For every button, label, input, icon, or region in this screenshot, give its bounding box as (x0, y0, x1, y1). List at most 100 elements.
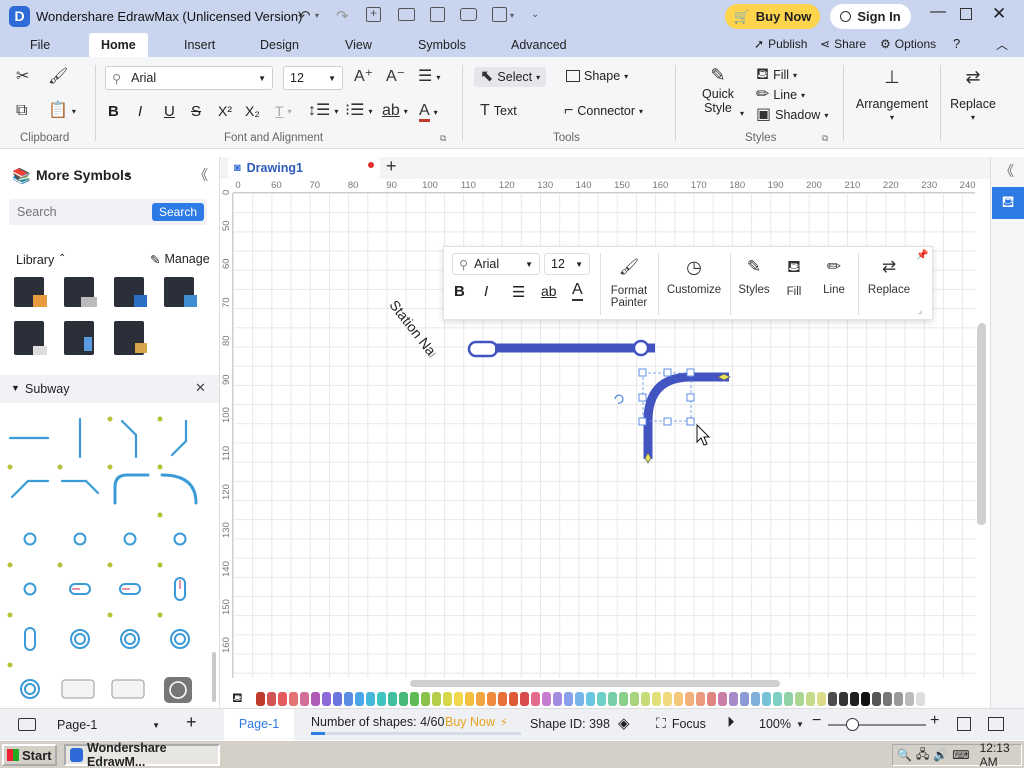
subscript-button[interactable]: X₂ (245, 103, 260, 119)
float-styles-button[interactable]: ✎ Styles (734, 257, 774, 296)
color-swatch[interactable] (553, 692, 562, 706)
open-folder-icon[interactable] (398, 8, 415, 21)
page-panel-icon[interactable] (18, 718, 36, 731)
tab-insert[interactable]: Insert (184, 38, 215, 52)
undo-icon[interactable]: ↶ (298, 7, 311, 25)
color-swatch[interactable] (707, 692, 716, 706)
expand-right-panel-icon[interactable]: 《 (1000, 161, 1014, 181)
color-swatch[interactable] (916, 692, 925, 706)
color-swatch[interactable] (795, 692, 804, 706)
color-swatch[interactable] (366, 692, 375, 706)
manage-button[interactable]: ✎ Manage (150, 252, 210, 267)
close-button[interactable]: ✕ (992, 4, 1006, 24)
export-icon[interactable] (492, 7, 507, 22)
float-line-button[interactable]: ✏ Line (816, 257, 852, 296)
focus-button[interactable]: ⛶ Focus (656, 715, 706, 732)
add-page-icon[interactable]: + (186, 712, 197, 733)
format-brush-button[interactable]: 🖌 (48, 69, 68, 85)
panel-title[interactable]: More Symbols (36, 167, 132, 183)
undo-dropdown-icon[interactable]: ▾ (315, 11, 319, 20)
server-symbol-7[interactable] (114, 321, 147, 355)
color-swatch[interactable] (465, 692, 474, 706)
color-swatch[interactable] (608, 692, 617, 706)
maximize-button[interactable] (960, 8, 972, 20)
color-swatch[interactable] (850, 692, 859, 706)
paste-button[interactable]: 📋 ▾ (48, 103, 76, 119)
tab-view[interactable]: View (345, 38, 372, 52)
color-swatch[interactable] (443, 692, 452, 706)
fill-bucket-icon[interactable]: ⛾ (232, 690, 243, 708)
tab-file[interactable]: File (30, 38, 50, 52)
color-swatch[interactable] (377, 692, 386, 706)
color-swatch[interactable] (729, 692, 738, 706)
canvas-vertical-scrollbar-thumb[interactable] (977, 325, 986, 525)
format-panel-button[interactable]: ⛾ (992, 187, 1024, 219)
keyboard-icon[interactable]: ⌨ (952, 748, 969, 762)
export-dropdown-icon[interactable]: ▾ (510, 11, 514, 20)
server-symbol-6[interactable] (64, 321, 94, 355)
print-icon[interactable] (460, 8, 477, 21)
bold-button[interactable]: B (108, 103, 119, 120)
buy-now-button[interactable]: 🛒 Buy Now (725, 4, 820, 29)
color-swatch[interactable] (839, 692, 848, 706)
minimize-button[interactable]: — (930, 3, 946, 21)
float-italic-button[interactable]: I (484, 283, 488, 300)
library-label[interactable]: Library (16, 253, 54, 267)
color-swatch[interactable] (454, 692, 463, 706)
connector-button[interactable]: ⌐ Connector ▾ (564, 103, 643, 119)
color-swatch[interactable] (905, 692, 914, 706)
color-swatch[interactable] (267, 692, 276, 706)
zoom-out-button[interactable]: − (812, 712, 821, 730)
color-swatch[interactable] (652, 692, 661, 706)
line-button[interactable]: ✏ Line ▾ (756, 87, 805, 103)
color-swatch[interactable] (630, 692, 639, 706)
color-swatch[interactable] (674, 692, 683, 706)
font-color-button[interactable]: A ▾ (419, 103, 438, 122)
color-swatch[interactable] (476, 692, 485, 706)
symbol-search-input[interactable] (9, 199, 149, 225)
shape-button[interactable]: Shape ▾ (566, 69, 628, 83)
redo-icon[interactable]: ↷ (336, 7, 349, 25)
expand-corner-icon[interactable]: ⌟ (918, 305, 922, 316)
tab-design[interactable]: Design (260, 38, 299, 52)
library-collapse-icon[interactable]: ⌃ (58, 253, 66, 264)
format-painter-button[interactable]: 🖌 Format Painter (606, 257, 652, 309)
color-swatch[interactable] (696, 692, 705, 706)
collapse-panel-icon[interactable]: 《 (194, 165, 208, 185)
color-swatch[interactable] (564, 692, 573, 706)
float-font-size-select[interactable]: 12 ▼ (544, 253, 590, 275)
color-swatch[interactable] (784, 692, 793, 706)
color-swatch[interactable] (432, 692, 441, 706)
color-swatch[interactable] (894, 692, 903, 706)
color-swatch[interactable] (773, 692, 782, 706)
chevron-down-icon[interactable]: ▾ (126, 170, 130, 179)
zoom-slider-handle[interactable] (846, 718, 859, 731)
color-swatch[interactable] (883, 692, 892, 706)
color-swatch[interactable] (619, 692, 628, 706)
highlight-button[interactable]: ab ▾ (382, 103, 408, 119)
color-swatch[interactable] (718, 692, 727, 706)
color-swatch[interactable] (542, 692, 551, 706)
color-swatch[interactable] (344, 692, 353, 706)
color-swatch[interactable] (740, 692, 749, 706)
quick-style-dropdown-icon[interactable]: ▾ (740, 109, 744, 118)
color-swatch[interactable] (762, 692, 771, 706)
underline-button[interactable]: U (164, 103, 175, 120)
float-bold-button[interactable]: B (454, 283, 465, 300)
publish-button[interactable]: ➚ Publish (754, 37, 807, 51)
float-fill-button[interactable]: ⛾ Fill (776, 257, 812, 298)
color-swatch[interactable] (498, 692, 507, 706)
float-replace-button[interactable]: ⇄ Replace (864, 257, 914, 296)
server-symbol-1[interactable] (14, 277, 47, 307)
color-swatch[interactable] (333, 692, 342, 706)
volume-icon[interactable]: 🔊 (933, 748, 948, 762)
page-select[interactable]: Page-1 ▼ (46, 714, 166, 736)
color-swatch[interactable] (861, 692, 870, 706)
color-swatch[interactable] (410, 692, 419, 706)
color-swatch[interactable] (575, 692, 584, 706)
canvas-horizontal-scrollbar[interactable] (410, 680, 780, 687)
tab-symbols[interactable]: Symbols (418, 38, 466, 52)
save-icon[interactable] (430, 7, 445, 22)
select-button[interactable]: ⬉ Select ▾ (474, 67, 547, 87)
tab-advanced[interactable]: Advanced (511, 38, 567, 52)
